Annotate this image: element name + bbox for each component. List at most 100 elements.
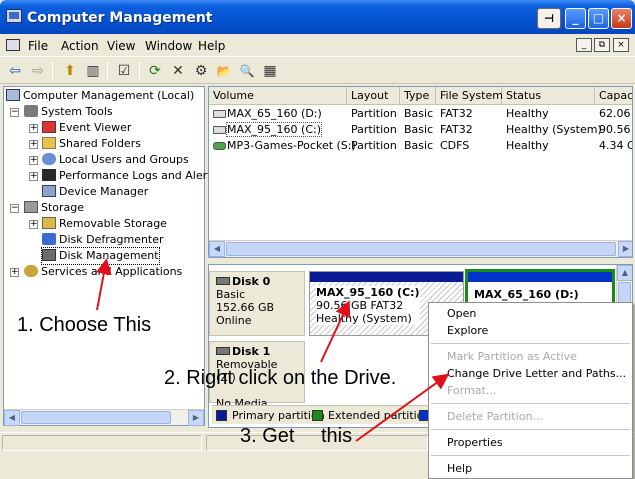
services-icon [24, 265, 38, 277]
properties-icon[interactable]: ☑ [115, 62, 133, 80]
annotation-step-1: 1. Choose This [17, 314, 152, 336]
refresh-icon[interactable]: ⟳ [146, 62, 164, 80]
scroll-right-icon[interactable]: ▶ [618, 241, 632, 257]
menu-action[interactable]: Action [61, 39, 99, 53]
tree-label: Device Manager [59, 185, 149, 198]
help-icon[interactable]: ▦ [261, 62, 279, 80]
collapse-icon[interactable]: − [10, 108, 19, 117]
pin-button[interactable]: ⊣ [537, 8, 561, 29]
menu-item-change-drive-letter[interactable]: Change Drive Letter and Paths... [447, 366, 626, 381]
tree-item-device-manager[interactable]: Device Manager [42, 184, 148, 200]
close-button[interactable]: × [611, 8, 632, 29]
column-status[interactable]: Status [502, 87, 595, 105]
expand-icon[interactable]: + [29, 140, 38, 149]
expand-icon[interactable]: + [29, 220, 38, 229]
tree-item-removable-storage[interactable]: Removable Storage [42, 216, 167, 232]
tree-label: Local Users and Groups [59, 153, 189, 166]
open-icon[interactable]: 📂 [215, 62, 233, 80]
menu-item-format: Format... [447, 384, 497, 397]
expand-icon[interactable]: + [29, 124, 38, 133]
tree-item-event-viewer[interactable]: Event Viewer [42, 120, 131, 136]
legend-extended: Extended partition [328, 409, 431, 422]
scroll-right-icon[interactable]: ▶ [188, 410, 204, 426]
minimize-button[interactable]: _ [565, 8, 586, 29]
table-row[interactable]: MAX_65_160 (D:) Partition Basic FAT32 He… [209, 106, 632, 122]
expand-icon[interactable]: + [29, 156, 38, 165]
tools-icon [24, 105, 38, 117]
column-volume[interactable]: Volume [209, 87, 347, 105]
storage-icon [24, 201, 38, 213]
annotation-step-3-b: this [321, 425, 353, 447]
menu-item-help[interactable]: Help [447, 461, 472, 476]
partition-c-text: MAX_95_160 (C:) 90.56 GB FAT32 Healthy (… [316, 286, 420, 325]
tree-label: Disk Defragmenter [59, 233, 164, 246]
tree-item-storage[interactable]: Storage [24, 200, 84, 216]
child-minimize-button[interactable]: _ [576, 38, 592, 52]
fs-cell: FAT32 [440, 123, 473, 136]
scroll-up-icon[interactable]: ▲ [617, 265, 632, 281]
tree-label: Disk Management [59, 249, 159, 262]
tree-item-system-tools[interactable]: System Tools [24, 104, 113, 120]
mmc-document-icon[interactable] [6, 39, 20, 51]
table-row[interactable]: MP3-Games-Pocket (S:) Partition Basic CD… [209, 138, 632, 154]
toolbar-separator [52, 61, 53, 81]
up-folder-icon[interactable]: ⬆ [61, 62, 79, 80]
context-menu: Open Explore Mark Partition as Active Ch… [428, 302, 633, 479]
scroll-left-icon[interactable]: ◀ [4, 410, 20, 426]
toolbar: ⇦ ⇨ ⬆ ▥ ☑ ⟳ ✕ ⚙ 📂 🔍 ▦ [0, 56, 635, 84]
tree-item-performance-logs[interactable]: Performance Logs and Alerts [42, 168, 217, 184]
tree-item-disk-management[interactable]: Disk Management [41, 247, 160, 265]
scroll-thumb[interactable] [618, 282, 631, 304]
column-capacity[interactable]: Capaci [595, 87, 632, 105]
search-icon[interactable]: 🔍 [238, 62, 256, 80]
menu-window[interactable]: Window [145, 39, 192, 53]
tree-item-disk-defragmenter[interactable]: Disk Defragmenter [42, 232, 164, 248]
tree-horizontal-scrollbar[interactable]: ◀ ▶ [4, 409, 204, 426]
volume-name: MAX_95_160 (C:) [225, 122, 323, 137]
tree-label: System Tools [41, 105, 113, 118]
child-restore-button[interactable]: ⧉ [594, 38, 610, 52]
column-layout[interactable]: Layout [347, 87, 400, 105]
menu-file[interactable]: File [28, 39, 48, 53]
tree-item-shared-folders[interactable]: Shared Folders [42, 136, 141, 152]
tree-label: Storage [41, 201, 85, 214]
annotation-step-3-a: 3. Get [240, 425, 295, 447]
expand-icon[interactable]: + [29, 172, 38, 181]
delete-icon[interactable]: ✕ [169, 62, 187, 80]
settings-icon[interactable]: ⚙ [192, 62, 210, 80]
table-row[interactable]: MAX_95_160 (C:) Partition Basic FAT32 He… [209, 122, 632, 138]
tree-item-services-applications[interactable]: Services and Applications [24, 264, 182, 280]
maximize-button[interactable]: □ [588, 8, 609, 29]
menu-view[interactable]: View [107, 39, 135, 53]
scroll-left-icon[interactable]: ◀ [209, 241, 225, 257]
menu-item-open[interactable]: Open [447, 306, 476, 321]
list-horizontal-scrollbar[interactable]: ◀ ▶ [209, 240, 632, 257]
menu-item-properties[interactable]: Properties [447, 435, 503, 450]
back-icon[interactable]: ⇦ [6, 62, 24, 80]
child-close-button[interactable]: × [613, 38, 629, 52]
collapse-icon[interactable]: − [10, 204, 19, 213]
fs-cell: CDFS [440, 139, 470, 152]
volume-list-header: Volume Layout Type File System Status Ca… [209, 87, 632, 105]
scroll-thumb[interactable] [226, 242, 616, 256]
volume-cell: MAX_65_160 (D:) [209, 106, 322, 122]
menu-help[interactable]: Help [198, 39, 225, 53]
tree-label: Shared Folders [59, 137, 141, 150]
device-manager-icon [42, 185, 56, 197]
show-hide-tree-icon[interactable]: ▥ [84, 62, 102, 80]
volume-list: Volume Layout Type File System Status Ca… [208, 86, 633, 258]
fs-cell: FAT32 [440, 107, 473, 120]
tree-item-local-users[interactable]: Local Users and Groups [42, 152, 189, 168]
event-viewer-icon [42, 121, 56, 133]
tree-item-root[interactable]: Computer Management (Local) [6, 88, 194, 104]
disk0-info[interactable]: Disk 0 Basic 152.66 GB Online [209, 271, 305, 336]
type-cell: Basic [404, 139, 434, 152]
column-file-system[interactable]: File System [436, 87, 503, 105]
column-type[interactable]: Type [400, 87, 436, 105]
menu-item-explore[interactable]: Explore [447, 323, 488, 338]
disk-management-icon [42, 249, 56, 261]
title-bar: Computer Management ⊣ _ □ × [0, 0, 635, 34]
forward-icon[interactable]: ⇨ [29, 62, 47, 80]
scroll-thumb[interactable] [21, 411, 171, 424]
expand-icon[interactable]: + [10, 268, 19, 277]
